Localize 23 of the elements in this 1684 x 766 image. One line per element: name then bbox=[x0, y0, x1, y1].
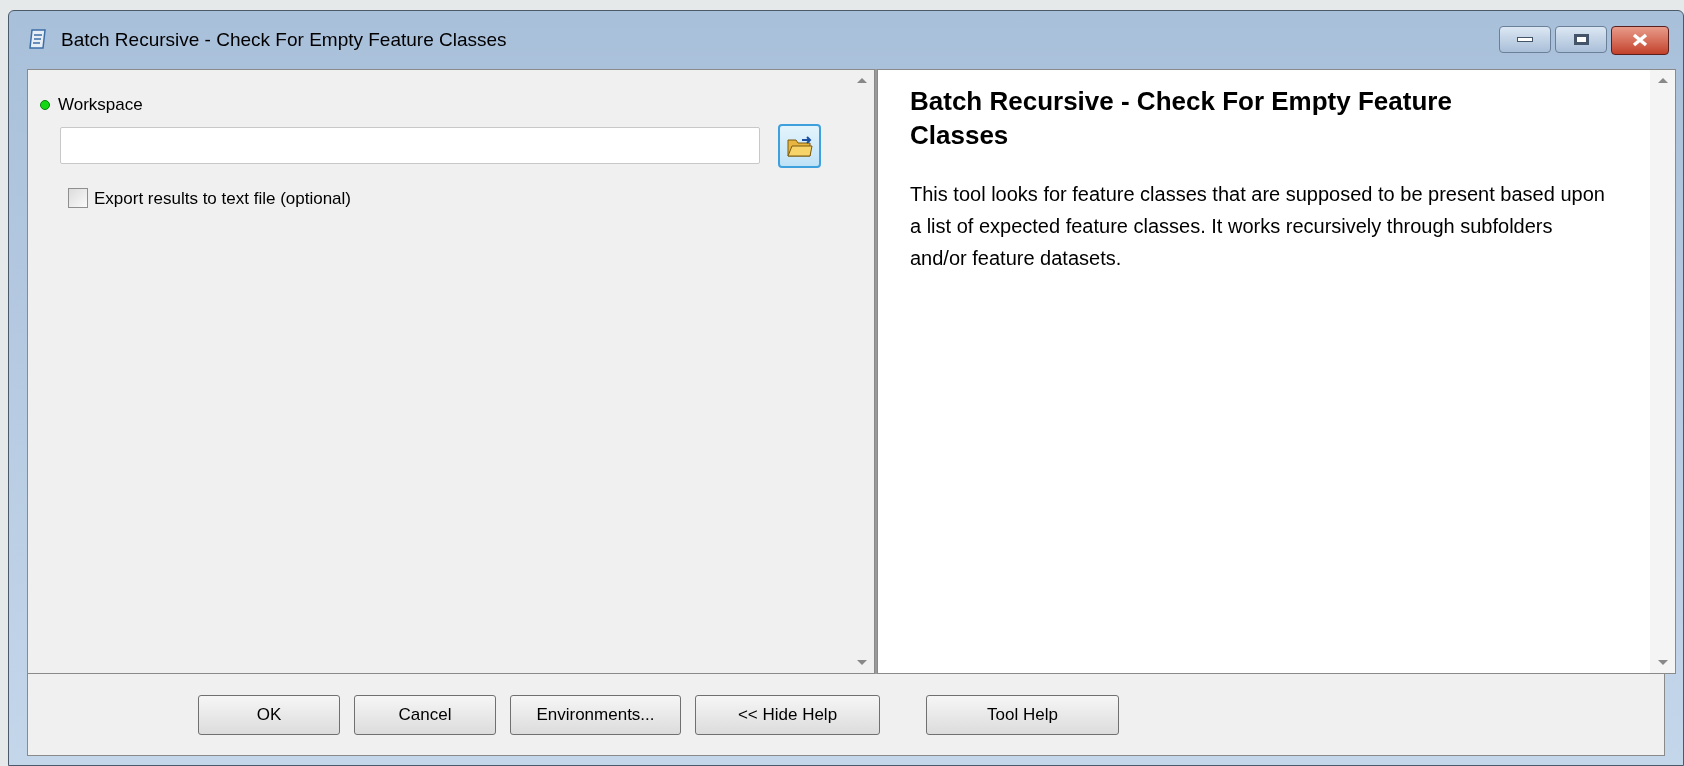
workspace-input-field[interactable] bbox=[60, 127, 760, 164]
dialog-button[interactable]: Tool Help bbox=[926, 694, 1119, 735]
scroll-down-icon[interactable] bbox=[856, 660, 867, 665]
minimize-button[interactable] bbox=[1499, 25, 1551, 53]
dialog-button[interactable]: Environments... bbox=[510, 694, 681, 735]
folder-icon bbox=[785, 133, 814, 158]
help-description: This tool looks for feature classes that are supposed to be present based upon a list of expected feature classes. It works recursively through subfolders and/or feature datasets. bbox=[910, 182, 1606, 271]
close-button[interactable] bbox=[1611, 25, 1669, 55]
close-icon bbox=[1631, 33, 1649, 47]
field-label: Workspace bbox=[58, 94, 143, 116]
scroll-up-icon[interactable] bbox=[1657, 78, 1668, 83]
dialog-button[interactable]: Cancel bbox=[354, 694, 496, 735]
scrollbar[interactable] bbox=[1650, 70, 1675, 673]
window-title: Batch Recursive - Check For Empty Feature Classes bbox=[61, 27, 507, 52]
checkbox[interactable] bbox=[68, 188, 88, 209]
scroll-down-icon[interactable] bbox=[1657, 660, 1668, 665]
scroll-up-icon[interactable] bbox=[856, 78, 867, 83]
maximize-button[interactable] bbox=[1555, 25, 1607, 53]
dialog-button[interactable]: OK bbox=[198, 694, 340, 735]
dialog-button[interactable]: << Hide Help bbox=[695, 694, 880, 735]
checkbox-label: Export results to text file (optional) bbox=[94, 187, 351, 210]
browse-folder-button[interactable] bbox=[778, 123, 821, 168]
help-title: Batch Recursive - Check For Empty Feature Classes bbox=[910, 85, 1453, 152]
